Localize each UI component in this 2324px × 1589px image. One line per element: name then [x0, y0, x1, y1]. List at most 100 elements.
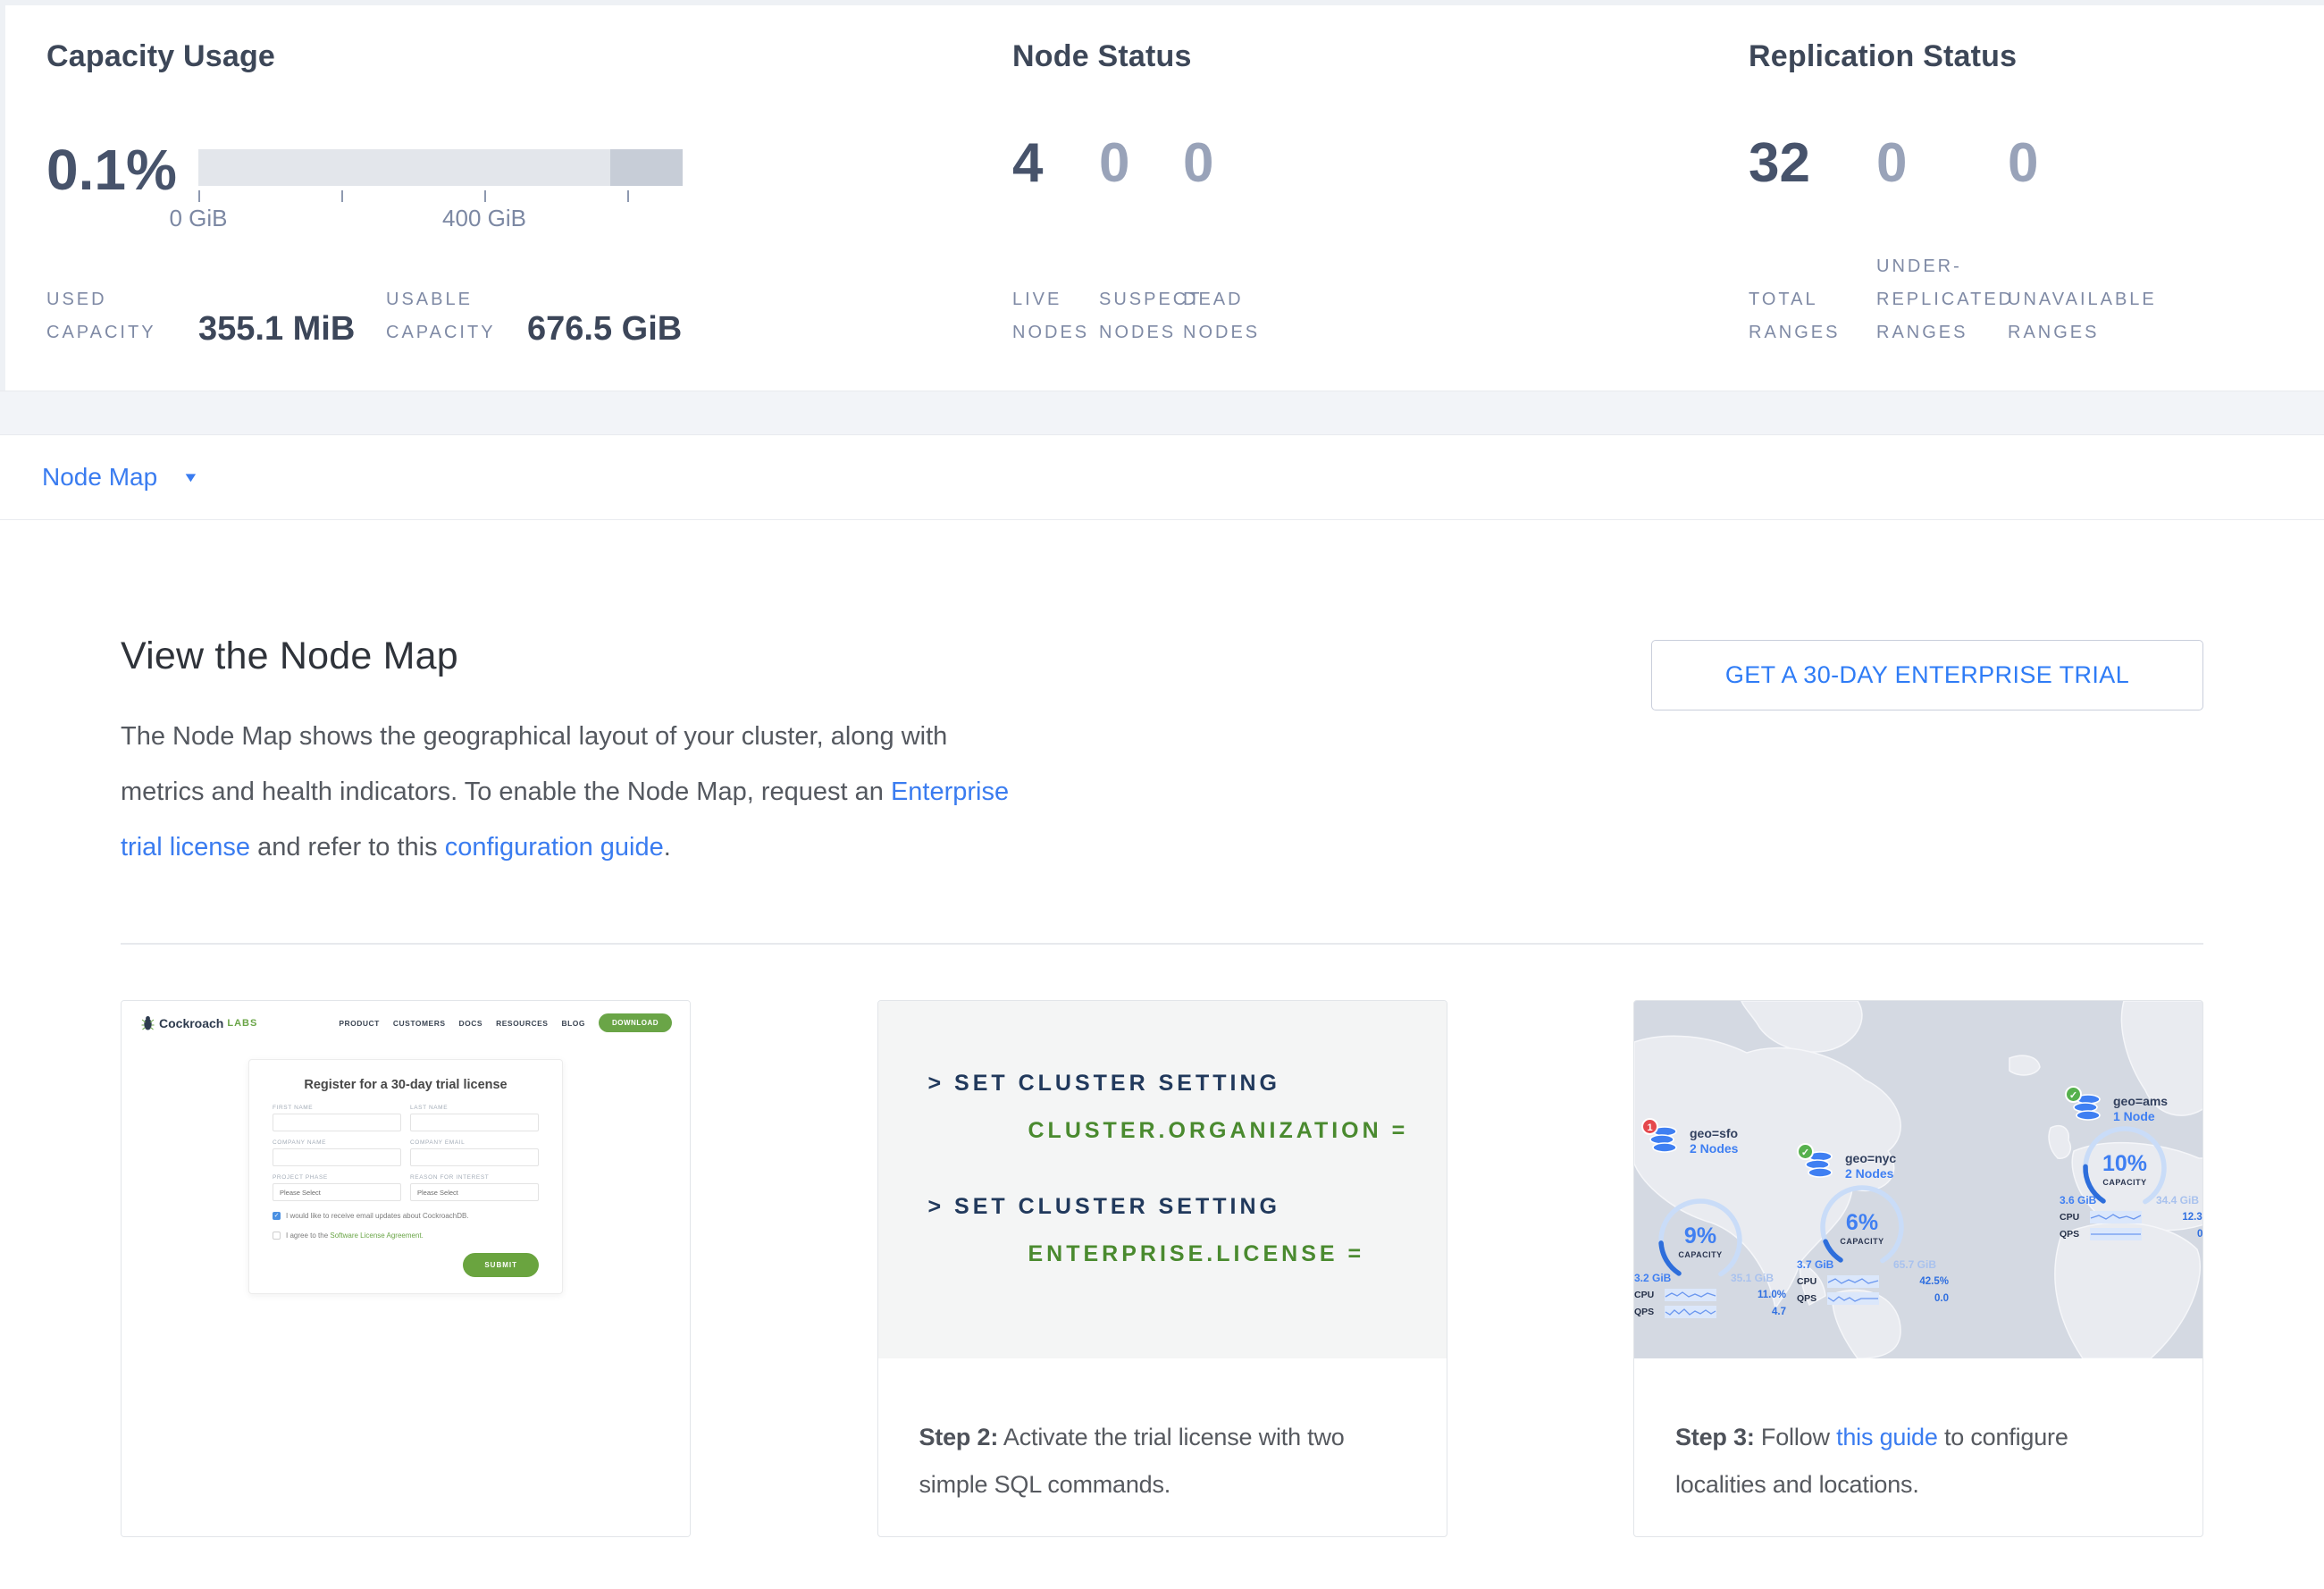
project-phase-select: Please Select — [273, 1183, 401, 1201]
nav-blog: BLOG — [561, 1019, 585, 1028]
email-optin-checkbox: ✓ — [273, 1212, 281, 1220]
capacity-usage-title: Capacity Usage — [46, 39, 275, 74]
sql-arg-1: CLUSTER.ORGANIZATION = — [1028, 1118, 1447, 1144]
cpu-value: 42.5% — [1883, 1276, 1949, 1287]
this-guide-link[interactable]: this guide — [1836, 1424, 1938, 1450]
used-capacity-label: USED CAPACITY — [46, 283, 180, 349]
step-3-prefix: Step 3: — [1675, 1424, 1755, 1450]
brand-suffix: LABS — [227, 1018, 257, 1029]
step-3-card: 1 geo=sfo 2 Nodes 9% CAPACITY — [1633, 1000, 2203, 1537]
error-badge: 1 — [1641, 1118, 1658, 1135]
cpu-label: CPU — [2060, 1212, 2090, 1223]
capacity-bar-ticks — [198, 190, 683, 203]
used-capacity: 3.2 GiB — [1634, 1272, 1671, 1284]
download-pill: DOWNLOAD — [599, 1013, 672, 1032]
software-license-link: Software License Agreement. — [330, 1232, 424, 1240]
nyc-stats: 3.7 GiB 65.7 GiB CPU 42.5% QPS 0.0 — [1797, 1258, 1949, 1305]
step-1-card: Cockroach LABS PRODUCT CUSTOMERS DOCS RE… — [121, 1000, 691, 1537]
tick-label-0: 0 GiB — [169, 205, 227, 232]
qps-label: QPS — [1797, 1293, 1827, 1304]
locality-marker-nyc: ✓ geo=nyc 2 Nodes — [1804, 1151, 1896, 1183]
node-map-licensing-section: View the Node Map The Node Map shows the… — [0, 520, 2324, 1537]
brand-name: Cockroach — [159, 1016, 223, 1030]
node-map-dropdown[interactable]: Node Map ▼ — [42, 463, 197, 492]
qps-sparkline — [1665, 1306, 1716, 1318]
qps-sparkline — [2090, 1228, 2142, 1240]
sql-command-2: > SET CLUSTER SETTING — [928, 1194, 1447, 1220]
tick-label-400: 400 GiB — [442, 205, 526, 232]
cockroach-labs-logo: Cockroach LABS — [141, 1015, 257, 1031]
qps-label: QPS — [1634, 1307, 1665, 1317]
used-capacity: 3.6 GiB — [2060, 1194, 2096, 1206]
company-email-label: COMPANY EMAIL — [410, 1139, 539, 1146]
cpu-label: CPU — [1634, 1290, 1665, 1300]
qps-value: 4.7 — [1720, 1307, 1786, 1317]
suspect-nodes-count: 0 — [1099, 132, 1183, 195]
nav-customers: CUSTOMERS — [393, 1019, 446, 1028]
section-rule — [121, 943, 2203, 945]
company-name-field — [273, 1148, 401, 1166]
live-nodes-label: LIVE NODES — [1012, 283, 1097, 349]
usable-capacity-value: 676.5 GiB — [527, 310, 682, 349]
used-capacity-value: 355.1 MiB — [198, 310, 352, 349]
cpu-sparkline — [1827, 1275, 1879, 1288]
agree-pre: I agree to the — [286, 1232, 330, 1240]
locality-name: geo=ams — [2113, 1094, 2168, 1109]
cpu-value: 11.0% — [1720, 1290, 1786, 1300]
capacity-caption: CAPACITY — [1656, 1250, 1745, 1259]
trial-registration-form: Register for a 30-day trial license FIRS… — [248, 1059, 563, 1294]
total-capacity: 65.7 GiB — [1893, 1258, 1936, 1271]
locality-name: geo=nyc — [1845, 1151, 1896, 1166]
capacity-caption: CAPACITY — [1817, 1237, 1907, 1246]
first-name-field — [273, 1114, 401, 1131]
trial-site-thumbnail: Cockroach LABS PRODUCT CUSTOMERS DOCS RE… — [122, 1001, 690, 1536]
dead-nodes-label: DEAD NODES — [1183, 283, 1281, 349]
healthy-badge: ✓ — [2065, 1086, 2082, 1103]
section-divider-band — [0, 391, 2324, 435]
cpu-sparkline — [1665, 1289, 1716, 1301]
healthy-badge: ✓ — [1797, 1143, 1814, 1160]
total-capacity: 34.4 GiB — [2156, 1194, 2199, 1206]
dead-nodes-count: 0 — [1183, 132, 1213, 195]
step-2-prefix: Step 2: — [919, 1424, 999, 1450]
step-3-pre: Follow — [1755, 1424, 1836, 1450]
node-map-preview: 1 geo=sfo 2 Nodes 9% CAPACITY — [1634, 1001, 2202, 1358]
capacity-percent: 6% — [1817, 1210, 1907, 1236]
intro-paragraph: The Node Map shows the geographical layo… — [121, 709, 1028, 875]
nav-product: PRODUCT — [339, 1019, 380, 1028]
unavailable-label: UNAVAILABLE RANGES — [2008, 283, 2164, 349]
locality-node-count: 2 Nodes — [1845, 1166, 1896, 1181]
intro-text-3: . — [664, 833, 671, 862]
capacity-percent: 9% — [1656, 1223, 1745, 1249]
cpu-label: CPU — [1797, 1276, 1827, 1287]
capacity-bar: 0 GiB 400 GiB — [198, 149, 683, 230]
node-status-panel: Node Status 4 0 0 LIVE NODES SUSPECT NOD… — [1012, 0, 1749, 391]
reason-label: REASON FOR INTEREST — [410, 1174, 539, 1181]
project-phase-label: PROJECT PHASE — [273, 1174, 401, 1181]
under-replicated-count: 0 — [1876, 132, 2008, 195]
company-name-label: COMPANY NAME — [273, 1139, 401, 1146]
site-nav: PRODUCT CUSTOMERS DOCS RESOURCES BLOG DO… — [339, 1013, 672, 1032]
step-2-card: > SET CLUSTER SETTING CLUSTER.ORGANIZATI… — [877, 1000, 1447, 1537]
sql-command-1: > SET CLUSTER SETTING — [928, 1071, 1447, 1097]
configuration-guide-link[interactable]: configuration guide — [445, 833, 664, 862]
unavailable-count: 0 — [2008, 132, 2038, 195]
email-optin-text: I would like to receive email updates ab… — [286, 1211, 469, 1221]
get-enterprise-trial-button[interactable]: GET A 30-DAY ENTERPRISE TRIAL — [1651, 640, 2203, 710]
live-nodes-count: 4 — [1012, 132, 1099, 195]
usable-capacity-label: USABLE CAPACITY — [386, 283, 508, 349]
cpu-sparkline — [2090, 1211, 2142, 1223]
view-selector-bar: Node Map ▼ — [0, 435, 2324, 520]
replication-status-panel: Replication Status 32 0 0 TOTAL RANGES U… — [1749, 0, 2324, 391]
company-email-field — [410, 1148, 539, 1166]
step-3-caption: Step 3: Follow this guide to configure l… — [1634, 1358, 2202, 1509]
locality-marker-ams: ✓ geo=ams 1 Node — [2072, 1094, 2168, 1126]
qps-sparkline — [1827, 1292, 1879, 1305]
total-capacity: 35.1 GiB — [1731, 1272, 1774, 1284]
license-agree-checkbox — [273, 1232, 281, 1240]
suspect-nodes-label: SUSPECT NODES — [1099, 283, 1183, 349]
nav-docs: DOCS — [459, 1019, 483, 1028]
capacity-percent: 0.1% — [46, 141, 175, 198]
first-name-label: FIRST NAME — [273, 1105, 401, 1111]
replication-status-title: Replication Status — [1749, 39, 2017, 74]
